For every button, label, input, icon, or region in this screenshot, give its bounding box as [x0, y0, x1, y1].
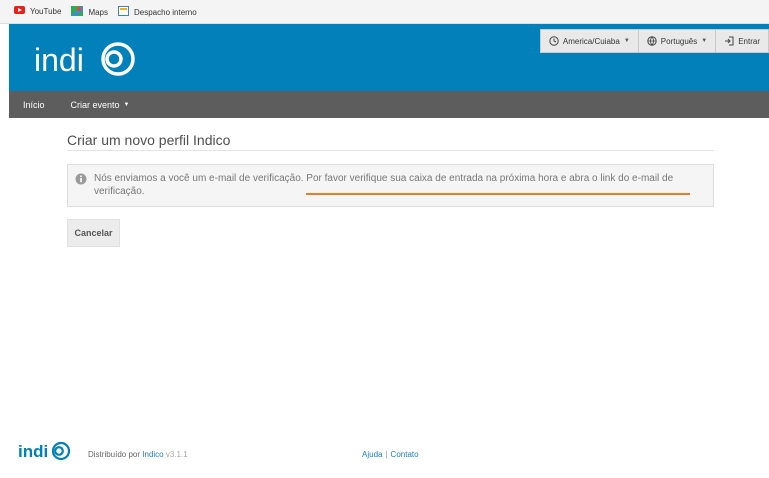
bookmark-label: YouTube [30, 6, 62, 16]
contact-link[interactable]: Contato [391, 450, 419, 459]
annotation-underline [306, 193, 690, 195]
chevron-down-icon: ▼ [701, 38, 708, 44]
bookmark-maps[interactable]: Maps [71, 6, 108, 18]
chevron-down-icon: ▼ [123, 101, 130, 108]
youtube-icon [14, 6, 25, 16]
indico-logo[interactable]: indi [34, 40, 144, 85]
help-link[interactable]: Ajuda [362, 450, 382, 459]
footer-distribution: Distribuído por Indico v3.1.1 [88, 450, 188, 459]
sign-in-icon [725, 36, 734, 46]
clock-icon [549, 36, 559, 46]
svg-text:indi: indi [34, 42, 84, 78]
distributed-by-text: Distribuído por [88, 450, 141, 459]
chevron-down-icon: ▼ [623, 38, 630, 44]
header-toolbar: America/Cuiaba ▼ Português ▼ Entrar [539, 29, 769, 53]
svg-text:indi: indi [18, 442, 48, 461]
bookmark-label: Despacho interno [134, 7, 197, 17]
nav-create-event[interactable]: Criar evento ▼ [57, 100, 142, 110]
info-icon [75, 173, 87, 189]
cancel-button[interactable]: Cancelar [67, 219, 120, 247]
footer-separator: | [385, 450, 388, 459]
maps-icon [71, 6, 84, 18]
login-button[interactable]: Entrar [716, 29, 769, 53]
nav-create-event-label: Criar evento [70, 99, 120, 110]
bookmarks-bar: YouTube Maps Despacho interno [0, 0, 769, 24]
footer-indico-logo[interactable]: indi [18, 440, 74, 467]
nav-home[interactable]: Início [9, 100, 57, 110]
language-selector[interactable]: Português ▼ [638, 29, 717, 53]
main-navbar: Início Criar evento ▼ [9, 91, 769, 118]
nav-home-label: Início [23, 99, 45, 110]
timezone-label: America/Cuiaba [562, 36, 620, 46]
footer-links: Ajuda | Contato [362, 450, 419, 459]
indico-link[interactable]: Indico [142, 450, 163, 459]
info-message-box: Nós enviamos a você um e-mail de verific… [67, 164, 714, 207]
document-icon [118, 6, 129, 18]
language-label: Português [660, 36, 698, 46]
bookmark-despacho[interactable]: Despacho interno [118, 6, 197, 18]
title-divider [67, 150, 714, 151]
site-header: indi America/Cuiaba ▼ Português ▼ Entrar [9, 24, 769, 91]
page-title: Criar um novo perfil Indico [67, 132, 231, 148]
bookmark-youtube[interactable]: YouTube [14, 6, 61, 16]
timezone-selector[interactable]: America/Cuiaba ▼ [539, 29, 639, 53]
globe-icon [647, 36, 657, 46]
bookmark-label: Maps [88, 7, 108, 17]
login-label: Entrar [738, 36, 760, 46]
version-text: v3.1.1 [165, 450, 188, 459]
